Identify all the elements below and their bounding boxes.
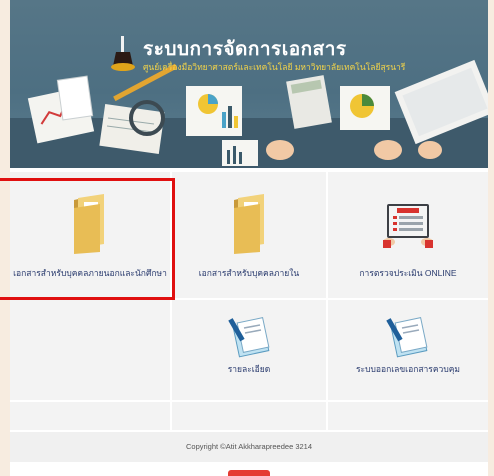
document-pen-icon <box>386 317 428 358</box>
banner-illustration <box>27 59 488 166</box>
bottom-indicator <box>228 470 270 476</box>
menu-item-document-numbering[interactable]: ระบบออกเลขเอกสารควบคุม <box>328 300 488 400</box>
online-test-icon <box>383 204 433 248</box>
menu-item-label: ระบบออกเลขเอกสารควบคุม <box>355 364 461 374</box>
menu-item-label: รายละเอียด <box>227 364 271 374</box>
empty-cell <box>10 300 170 400</box>
university-logo-icon <box>111 36 135 71</box>
header-banner: ระบบการจัดการเอกสาร ศูนย์เครื่องมือวิทยา… <box>10 0 488 168</box>
empty-cell <box>172 402 326 430</box>
empty-cell <box>328 402 488 430</box>
menu-item-details[interactable]: รายละเอียด <box>172 300 326 400</box>
footer-copyright: Copyright ©Atit Akkharapreedee 3214 <box>10 432 488 462</box>
empty-cell <box>10 402 170 430</box>
menu-item-label: การตรวจประเมิน ONLINE <box>359 268 457 278</box>
menu-item-label: เอกสารสำหรับบุคคลภายใน <box>198 268 300 278</box>
app-subtitle: ศูนย์เครื่องมือวิทยาศาสตร์และเทคโนโลยี ม… <box>143 62 406 72</box>
folder-icon <box>234 194 264 254</box>
menu-item-online-assessment[interactable]: การตรวจประเมิน ONLINE <box>328 172 488 298</box>
document-pen-icon <box>228 317 270 358</box>
selection-highlight <box>0 178 175 300</box>
menu-item-internal-documents[interactable]: เอกสารสำหรับบุคคลภายใน <box>172 172 326 298</box>
